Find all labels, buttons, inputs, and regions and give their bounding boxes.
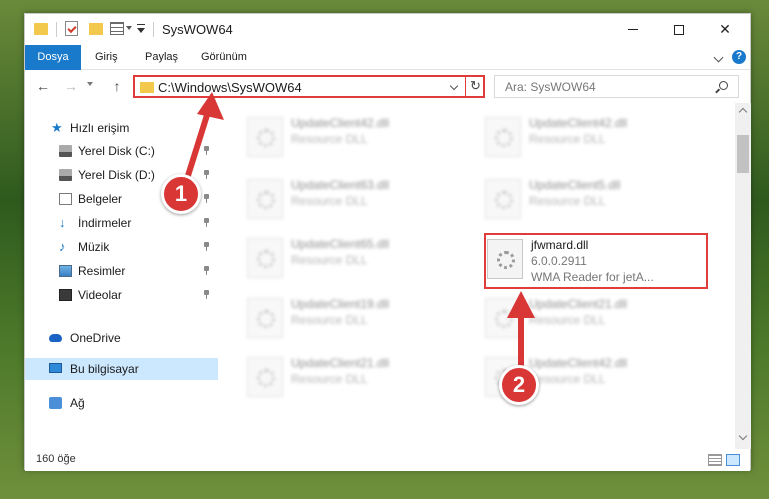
step-1-badge: 1	[161, 174, 201, 214]
arrow-to-file	[507, 291, 535, 371]
annotation-arrows	[183, 92, 535, 371]
arrow-to-address-bar	[183, 92, 224, 185]
step-2-badge: 2	[499, 365, 539, 405]
